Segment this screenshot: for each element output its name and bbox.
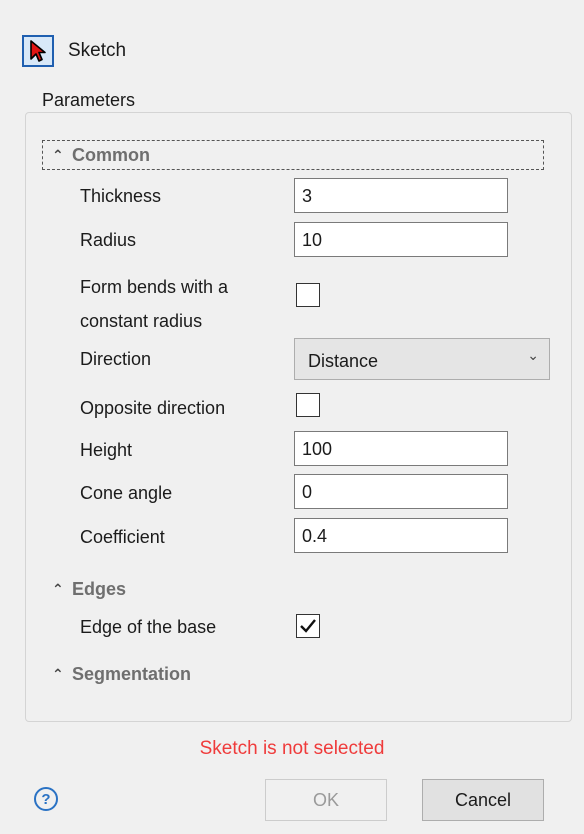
direction-label: Direction [80,349,152,369]
cursor-arrow-icon[interactable] [22,35,54,67]
coefficient-label: Coefficient [80,527,165,547]
opposite-direction-checkbox[interactable] [296,393,320,417]
thickness-label: Thickness [80,186,162,206]
height-label: Height [80,440,133,460]
form-bends-label-line2: constant radius [80,311,203,331]
form-bends-label: Form bends with a constant radius [80,270,228,338]
form-bends-label-line1: Form bends with a [80,277,229,297]
direction-select-value: Distance [308,351,379,371]
segmentation-section-header[interactable]: ⌃ Segmentation [52,664,191,685]
cone-angle-label: Cone angle [80,483,173,503]
radius-label: Radius [80,230,137,250]
common-section-header[interactable]: ⌃ Common [52,145,150,166]
coefficient-input[interactable]: 0.4 [294,518,508,553]
cancel-button[interactable]: Cancel [422,779,544,821]
edges-section-header[interactable]: ⌃ Edges [52,579,126,600]
segmentation-section-title: Segmentation [72,664,192,684]
edge-of-base-label: Edge of the base [80,617,217,637]
cone-angle-input[interactable]: 0 [294,474,508,509]
chevron-up-icon: ⌃ [52,666,64,682]
sketch-label: Sketch [68,40,127,61]
chevron-up-icon: ⌃ [52,581,64,597]
height-input[interactable]: 100 [294,431,508,466]
edges-section-title: Edges [72,579,127,599]
parameters-title: Parameters [38,90,140,111]
opposite-direction-label: Opposite direction [80,398,226,418]
common-section-title: Common [72,145,150,165]
help-icon[interactable]: ? [34,787,58,811]
thickness-input[interactable]: 3 [294,178,508,213]
edge-of-base-checkbox[interactable] [296,614,320,638]
sketch-selector[interactable]: Sketch [22,34,126,68]
direction-select[interactable]: Distance ⌄ [294,338,550,380]
chevron-down-icon: ⌄ [527,347,539,363]
status-message: Sketch is not selected [199,738,385,759]
radius-input[interactable]: 10 [294,222,508,257]
checkmark-icon [300,619,316,633]
chevron-up-icon: ⌃ [52,147,64,163]
ok-button[interactable]: OK [265,779,387,821]
form-bends-checkbox[interactable] [296,283,320,307]
